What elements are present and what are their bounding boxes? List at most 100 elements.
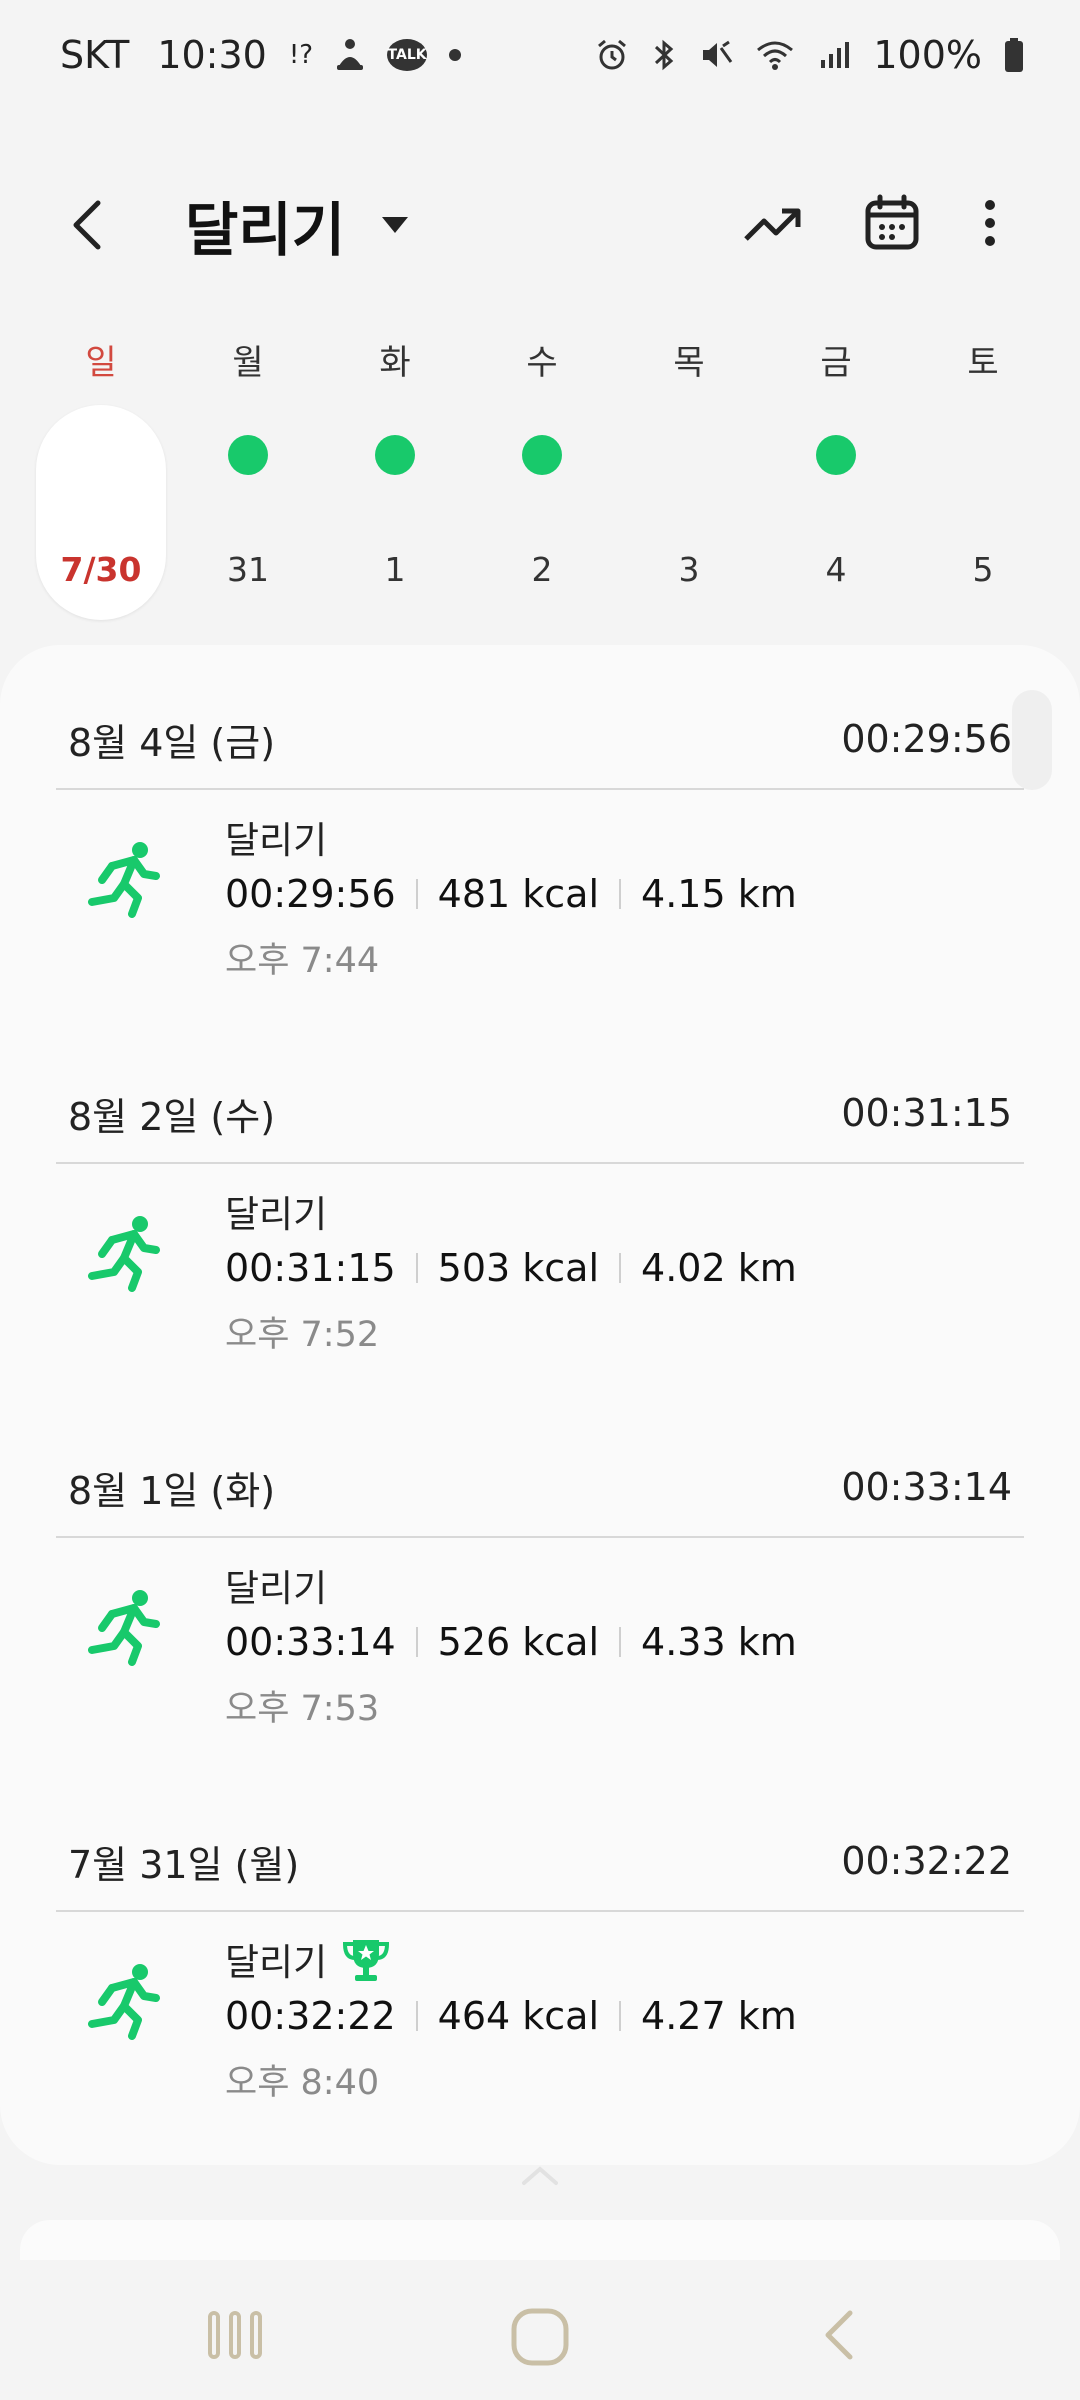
divider [619, 879, 622, 909]
running-icon [88, 1590, 160, 1666]
day-tuesday[interactable]: 화 1 [330, 330, 460, 630]
day-name: 화 [379, 343, 411, 383]
day-saturday[interactable]: 토 5 [918, 330, 1048, 630]
date-header: 8월 1일 (화) 00:33:14 [56, 1438, 1024, 1538]
running-icon [88, 842, 160, 918]
calories-value: 503 kcal [437, 1246, 600, 1290]
day-date: 2 [531, 550, 553, 589]
mute-icon [699, 38, 733, 72]
activity-dot [816, 435, 856, 475]
activity-dot [228, 435, 268, 475]
day-name: 월 [232, 343, 264, 383]
divider [619, 2001, 622, 2031]
kakaotalk-icon: TALK [387, 39, 428, 71]
carrier-label: SKT [60, 33, 130, 77]
calendar-button[interactable] [860, 191, 924, 255]
day-name: 수 [526, 343, 558, 383]
day-wednesday[interactable]: 수 2 [477, 330, 607, 630]
running-icon [88, 1216, 160, 1292]
distance-value: 4.02 km [641, 1246, 797, 1290]
bluetooth-icon [651, 38, 677, 72]
bottom-sheet-handle[interactable] [20, 2220, 1060, 2260]
clock-label: 10:30 [157, 33, 267, 77]
day-monday[interactable]: 월 31 [183, 330, 313, 630]
day-date: 7/30 [60, 550, 142, 589]
duration-value: 00:32:22 [225, 1994, 396, 2038]
signal-icon [817, 38, 851, 72]
stats-row: 00:29:56 481 kcal 4.15 km [225, 872, 797, 916]
duration-value: 00:33:14 [225, 1620, 396, 1664]
more-options-button[interactable] [970, 191, 1010, 255]
data-warning-icon: !? [288, 40, 314, 70]
running-icon [88, 1964, 160, 2040]
start-time: 오후 8:40 [225, 2063, 380, 2103]
day-date: 4 [825, 550, 847, 589]
daily-total-time: 00:32:22 [841, 1839, 1012, 1883]
divider [415, 1253, 418, 1283]
record-entry[interactable]: 달리기 00:31:15 503 kcal 4.02 km 오후 7:52 [0, 1164, 1080, 1384]
day-name: 금 [820, 343, 852, 383]
back-button[interactable] [60, 195, 120, 255]
back-icon [73, 200, 101, 250]
day-friday[interactable]: 금 4 [771, 330, 901, 630]
nav-back-icon [825, 2310, 853, 2360]
date-header: 8월 4일 (금) 00:29:56 [56, 690, 1024, 790]
day-date: 31 [227, 550, 269, 589]
scroll-to-top-button[interactable] [490, 2125, 590, 2225]
more-notifications-dot [449, 49, 462, 61]
start-time: 오후 7:52 [225, 1315, 380, 1355]
trend-icon [744, 208, 801, 241]
status-left: SKT 10:30 !? TALK [60, 33, 462, 77]
status-bar: SKT 10:30 !? TALK 100% [0, 0, 1080, 110]
exercise-type: 달리기 [225, 1184, 327, 1238]
start-time: 오후 7:44 [225, 941, 380, 981]
daily-total-time: 00:29:56 [841, 717, 1012, 761]
duration-value: 00:31:15 [225, 1246, 396, 1290]
stats-row: 00:31:15 503 kcal 4.02 km [225, 1246, 797, 1290]
day-date: 5 [972, 550, 994, 589]
system-nav-bar [0, 2270, 1080, 2400]
trends-button[interactable] [740, 193, 804, 257]
record-date: 8월 1일 (화) [68, 1468, 276, 1513]
record-entry[interactable]: 달리기 00:29:56 481 kcal 4.15 km 오후 7:44 [0, 790, 1080, 1010]
divider [415, 2001, 418, 2031]
alarm-icon [595, 38, 629, 72]
activity-dot [375, 435, 415, 475]
calories-value: 481 kcal [437, 872, 600, 916]
week-strip: 일 7/30 월 31 화 1 수 2 목 3 금 4 토 5 [0, 330, 1080, 630]
day-sunday[interactable]: 일 7/30 [36, 330, 166, 630]
meditation-icon [335, 38, 365, 72]
divider [415, 879, 418, 909]
recent-apps-icon [208, 2311, 262, 2359]
duration-value: 00:29:56 [225, 872, 396, 916]
recent-apps-button[interactable] [200, 2305, 270, 2365]
date-header: 7월 31일 (월) 00:32:22 [56, 1812, 1024, 1912]
record-date: 8월 4일 (금) [68, 720, 276, 765]
divider [415, 1627, 418, 1657]
daily-total-time: 00:33:14 [841, 1465, 1012, 1509]
wifi-icon [755, 38, 795, 72]
calendar-icon [865, 194, 919, 250]
record-date: 8월 2일 (수) [68, 1094, 276, 1139]
exercise-type-label: 달리기 [225, 1193, 328, 1236]
home-button[interactable] [505, 2302, 575, 2372]
day-name: 목 [673, 343, 705, 383]
exercise-type: 달리기 [225, 1932, 391, 1986]
screen: SKT 10:30 !? TALK 100% 달리기 일 7/30 월 31 화… [0, 0, 1080, 2400]
nav-back-button[interactable] [810, 2305, 870, 2365]
divider [619, 1253, 622, 1283]
battery-label: 100% [873, 33, 982, 77]
record-entry[interactable]: 달리기 00:33:14 526 kcal 4.33 km 오후 7:53 [0, 1538, 1080, 1758]
page-title: 달리기 [185, 196, 346, 264]
day-date: 3 [678, 550, 700, 589]
record-entry[interactable]: 달리기 00:32:22 464 kcal 4.27 km 오후 8:40 [0, 1912, 1080, 2132]
status-right: 100% [595, 33, 1024, 77]
stats-row: 00:32:22 464 kcal 4.27 km [225, 1994, 797, 2038]
exercise-type: 달리기 [225, 1558, 327, 1612]
day-date: 1 [384, 550, 406, 589]
day-thursday[interactable]: 목 3 [624, 330, 754, 630]
more-icon [985, 200, 995, 246]
activity-dot [522, 435, 562, 475]
calories-value: 526 kcal [437, 1620, 600, 1664]
activity-selector[interactable]: 달리기 [185, 183, 415, 267]
